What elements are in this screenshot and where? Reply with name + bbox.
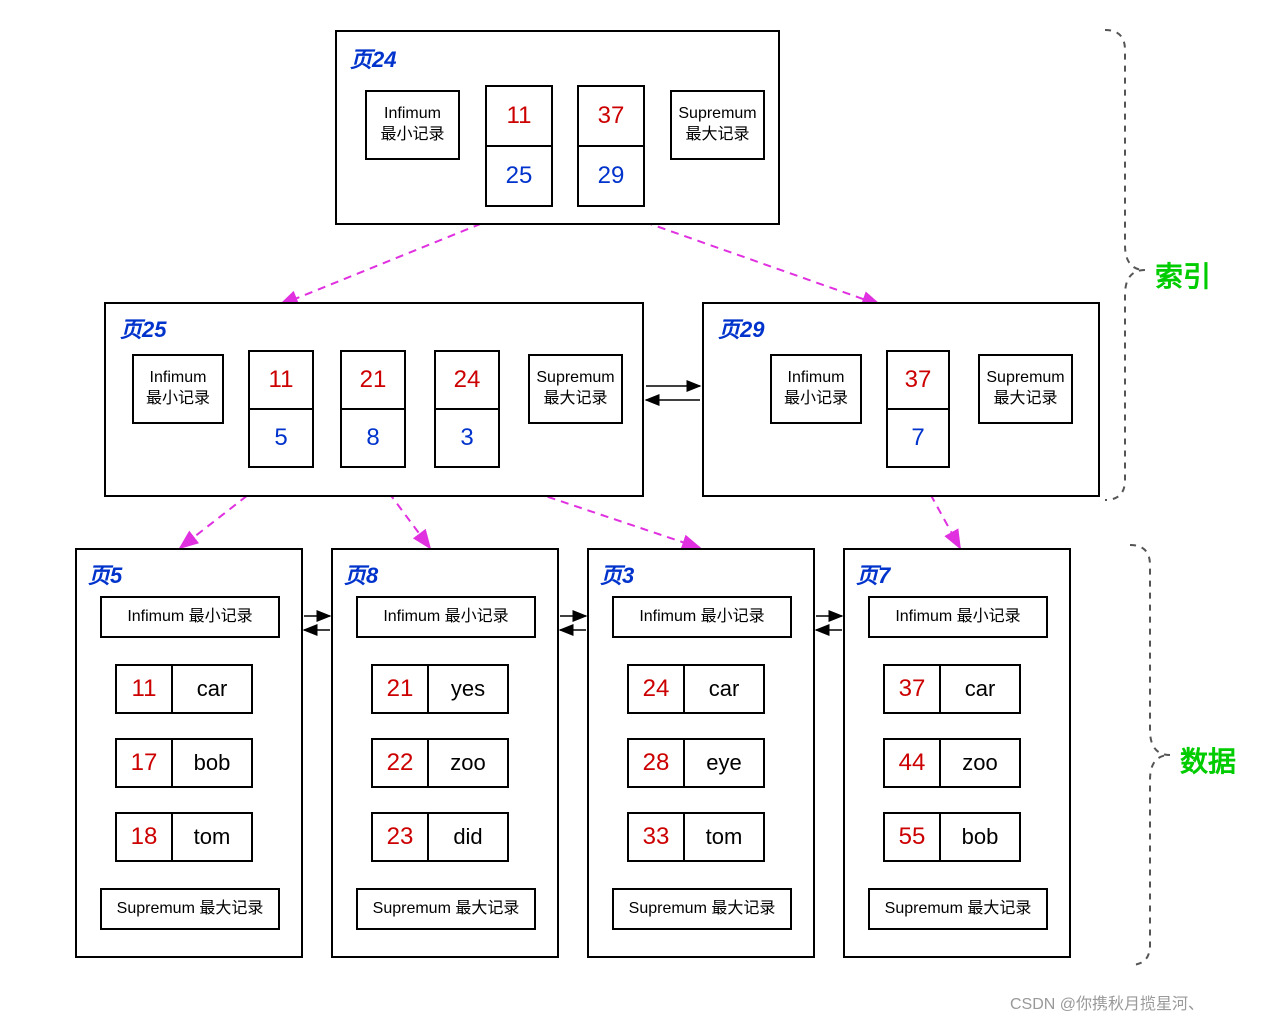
l8-v2: did xyxy=(427,812,509,862)
l8-k2: 23 xyxy=(371,812,429,862)
infimum-full: Infimum 最小记录 xyxy=(868,596,1048,638)
l3-v1: eye xyxy=(683,738,765,788)
page-24-title: 页24 xyxy=(350,42,396,74)
l3-v0: car xyxy=(683,664,765,714)
l5-k2: 18 xyxy=(115,812,173,862)
page-24-key-0: 11 xyxy=(485,85,553,147)
page-24-ptr-1: 29 xyxy=(577,145,645,207)
l7-v2: bob xyxy=(939,812,1021,862)
infimum-box: Infimum最小记录 xyxy=(365,90,460,160)
leaf-8-title: 页8 xyxy=(344,558,378,590)
l5-k1: 17 xyxy=(115,738,173,788)
l3-v2: tom xyxy=(683,812,765,862)
l7-v1: zoo xyxy=(939,738,1021,788)
p25-key-2: 24 xyxy=(434,350,500,410)
l3-k0: 24 xyxy=(627,664,685,714)
supremum-full: Supremum 最大记录 xyxy=(868,888,1048,930)
leaf-3-title: 页3 xyxy=(600,558,634,590)
page-24-key-1: 37 xyxy=(577,85,645,147)
diagram-canvas: 页24 Infimum最小记录 11 25 37 29 Supremum最大记录… xyxy=(0,0,1276,1023)
leaf-5-title: 页5 xyxy=(88,558,122,590)
infimum-box: Infimum最小记录 xyxy=(132,354,224,424)
supremum-full: Supremum 最大记录 xyxy=(356,888,536,930)
p25-key-1: 21 xyxy=(340,350,406,410)
l5-v2: tom xyxy=(171,812,253,862)
l3-k2: 33 xyxy=(627,812,685,862)
l8-v1: zoo xyxy=(427,738,509,788)
watermark: CSDN @你携秋月揽星河、 xyxy=(1010,990,1204,1014)
data-label: 数据 xyxy=(1180,740,1236,780)
l7-k1: 44 xyxy=(883,738,941,788)
l7-k2: 55 xyxy=(883,812,941,862)
supremum-full: Supremum 最大记录 xyxy=(612,888,792,930)
leaf-7-title: 页7 xyxy=(856,558,890,590)
l3-k1: 28 xyxy=(627,738,685,788)
p29-ptr-0: 7 xyxy=(886,408,950,468)
index-label: 索引 xyxy=(1155,255,1211,295)
p25-ptr-0: 5 xyxy=(248,408,314,468)
l8-k1: 22 xyxy=(371,738,429,788)
page-29-title: 页29 xyxy=(718,312,764,344)
p25-ptr-1: 8 xyxy=(340,408,406,468)
l7-v0: car xyxy=(939,664,1021,714)
p29-key-0: 37 xyxy=(886,350,950,410)
l7-k0: 37 xyxy=(883,664,941,714)
l8-k0: 21 xyxy=(371,664,429,714)
l5-v0: car xyxy=(171,664,253,714)
l5-k0: 11 xyxy=(115,664,173,714)
l5-v1: bob xyxy=(171,738,253,788)
page-24-ptr-0: 25 xyxy=(485,145,553,207)
page-25-title: 页25 xyxy=(120,312,166,344)
p25-ptr-2: 3 xyxy=(434,408,500,468)
supremum-box: Supremum最大记录 xyxy=(670,90,765,160)
l8-v0: yes xyxy=(427,664,509,714)
supremum-box: Supremum最大记录 xyxy=(978,354,1073,424)
supremum-full: Supremum 最大记录 xyxy=(100,888,280,930)
infimum-full: Infimum 最小记录 xyxy=(612,596,792,638)
supremum-box: Supremum最大记录 xyxy=(528,354,623,424)
infimum-full: Infimum 最小记录 xyxy=(356,596,536,638)
infimum-full: Infimum 最小记录 xyxy=(100,596,280,638)
p25-key-0: 11 xyxy=(248,350,314,410)
infimum-box: Infimum最小记录 xyxy=(770,354,862,424)
